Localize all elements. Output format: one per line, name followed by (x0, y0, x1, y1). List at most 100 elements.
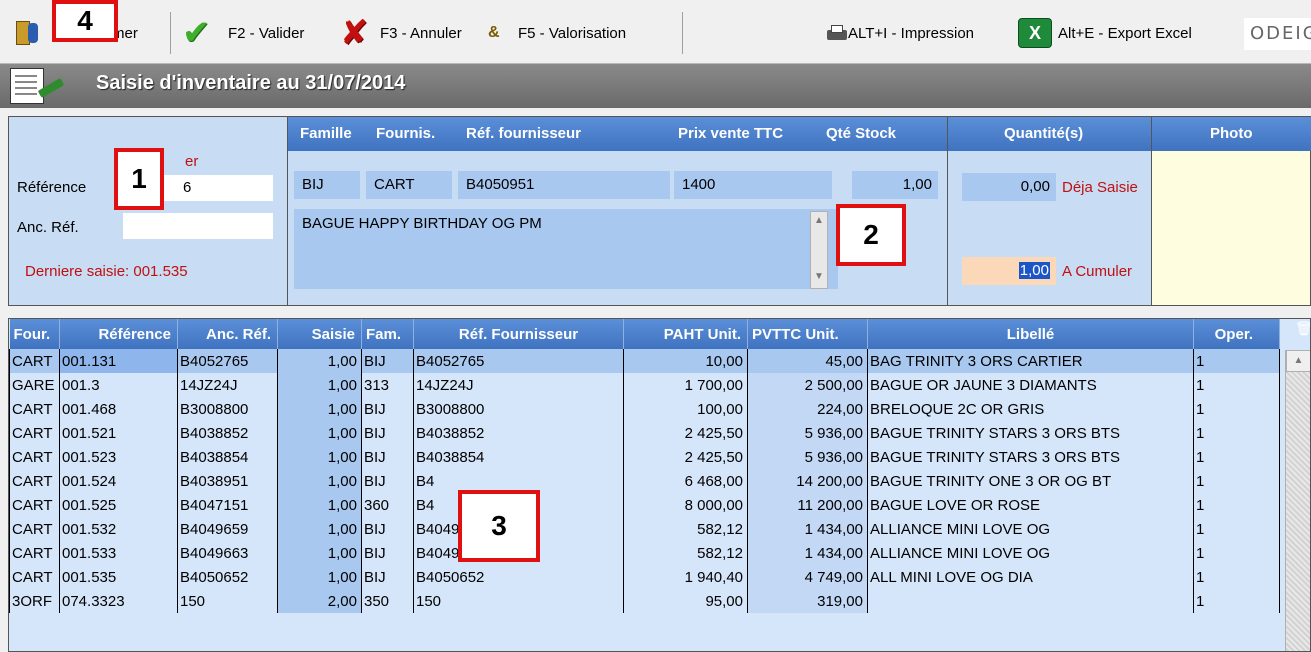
cell-saisie[interactable]: 1,00 (277, 493, 362, 517)
table-row[interactable]: CART 001.533 B4049663 1,00 BIJ B4049663 582,12… (9, 541, 1280, 565)
table-row[interactable]: CART 001.524 B4038951 1,00 BIJ B4 6 468,00 14 2… (9, 469, 1280, 493)
cell-pvttc[interactable]: 45,00 (747, 349, 868, 373)
scroll-up-icon[interactable]: ▲ (811, 212, 827, 230)
cell-fam[interactable]: 360 (361, 493, 414, 517)
cell-four[interactable]: CART (9, 445, 60, 469)
cell-anc-ref[interactable]: B4038854 (177, 445, 278, 469)
cell-fam[interactable]: BIJ (361, 445, 414, 469)
cell-reference[interactable]: 001.468 (59, 397, 178, 421)
cell-oper[interactable]: 1 (1193, 493, 1280, 517)
cell-libelle[interactable] (867, 589, 1194, 613)
scroll-down-icon[interactable]: ▼ (811, 268, 827, 286)
cell-pvttc[interactable]: 5 936,00 (747, 421, 868, 445)
cell-four[interactable]: CART (9, 421, 60, 445)
cell-oper[interactable]: 1 (1193, 421, 1280, 445)
cell-oper[interactable]: 1 (1193, 349, 1280, 373)
cell-anc-ref[interactable]: B4038852 (177, 421, 278, 445)
cell-libelle[interactable]: BAGUE TRINITY STARS 3 ORS BTS (867, 445, 1194, 469)
cell-fam[interactable]: BIJ (361, 541, 414, 565)
table-row[interactable]: CART 001.532 B4049659 1,00 BIJ B4049659 582,12… (9, 517, 1280, 541)
cell-saisie[interactable]: 1,00 (277, 349, 362, 373)
cell-pvttc[interactable]: 11 200,00 (747, 493, 868, 517)
cell-libelle[interactable]: BAGUE TRINITY STARS 3 ORS BTS (867, 421, 1194, 445)
cell-pvttc[interactable]: 224,00 (747, 397, 868, 421)
cell-four[interactable]: CART (9, 493, 60, 517)
cell-ref-fournisseur[interactable]: 14JZ24J (413, 373, 624, 397)
cell-saisie[interactable]: 2,00 (277, 589, 362, 613)
cell-anc-ref[interactable]: B4052765 (177, 349, 278, 373)
cell-four[interactable]: CART (9, 541, 60, 565)
description-scrollbar[interactable]: ▲ ▼ (810, 211, 828, 289)
cell-oper[interactable]: 1 (1193, 469, 1280, 493)
cell-oper[interactable]: 1 (1193, 373, 1280, 397)
column-header-ref-fournisseur[interactable]: Réf. Fournisseur (413, 319, 624, 349)
print-button[interactable]: ALT+I - Impression (826, 16, 974, 50)
cell-paht[interactable]: 1 700,00 (623, 373, 748, 397)
cell-reference[interactable]: 001.3 (59, 373, 178, 397)
column-header-libelle[interactable]: Libellé (867, 319, 1194, 349)
cell-oper[interactable]: 1 (1193, 541, 1280, 565)
column-header-anc-ref[interactable]: Anc. Réf. (177, 319, 278, 349)
cell-reference[interactable]: 001.524 (59, 469, 178, 493)
cell-anc-ref[interactable]: B4047151 (177, 493, 278, 517)
qte-stock-field[interactable]: 1,00 (852, 171, 938, 199)
validate-button[interactable]: ✔ F2 - Valider (182, 16, 304, 50)
description-field[interactable]: BAGUE HAPPY BIRTHDAY OG PM (294, 209, 838, 289)
cell-four[interactable]: 3ORF (9, 589, 60, 613)
table-row[interactable]: CART 001.131 B4052765 1,00 BIJ B4052765 10,00 4… (9, 349, 1280, 373)
cell-fam[interactable]: BIJ (361, 349, 414, 373)
cell-paht[interactable]: 95,00 (623, 589, 748, 613)
cell-fam[interactable]: 313 (361, 373, 414, 397)
cell-paht[interactable]: 582,12 (623, 517, 748, 541)
cell-libelle[interactable]: BRELOQUE 2C OR GRIS (867, 397, 1194, 421)
cell-fam[interactable]: BIJ (361, 421, 414, 445)
column-header-reference[interactable]: Référence (59, 319, 178, 349)
cell-anc-ref[interactable]: 14JZ24J (177, 373, 278, 397)
cell-saisie[interactable]: 1,00 (277, 517, 362, 541)
cell-reference[interactable]: 001.533 (59, 541, 178, 565)
cell-paht[interactable]: 2 425,50 (623, 421, 748, 445)
cell-pvttc[interactable]: 1 434,00 (747, 517, 868, 541)
cell-four[interactable]: CART (9, 517, 60, 541)
famille-field[interactable]: BIJ (294, 171, 360, 199)
valuation-button[interactable]: & F5 - Valorisation (488, 16, 626, 50)
cell-reference[interactable]: 001.521 (59, 421, 178, 445)
table-row[interactable]: CART 001.535 B4050652 1,00 BIJ B4050652 1 940,… (9, 565, 1280, 589)
cell-four[interactable]: CART (9, 565, 60, 589)
cell-paht[interactable]: 6 468,00 (623, 469, 748, 493)
table-scrollbar[interactable]: ▲ (1285, 350, 1310, 651)
cell-ref-fournisseur[interactable]: 150 (413, 589, 624, 613)
table-row[interactable]: GARE 001.3 14JZ24J 1,00 313 14JZ24J 1 700,00 2 … (9, 373, 1280, 397)
ref-fournisseur-field[interactable]: B4050951 (458, 171, 670, 199)
cell-pvttc[interactable]: 14 200,00 (747, 469, 868, 493)
cell-pvttc[interactable]: 4 749,00 (747, 565, 868, 589)
delete-column-icon[interactable]: 🗑 (1295, 320, 1310, 337)
cell-ref-fournisseur[interactable]: B4038852 (413, 421, 624, 445)
cell-anc-ref[interactable]: B4038951 (177, 469, 278, 493)
cell-reference[interactable]: 001.535 (59, 565, 178, 589)
cancel-button[interactable]: ✘ F3 - Annuler (340, 16, 462, 50)
cell-pvttc[interactable]: 2 500,00 (747, 373, 868, 397)
cell-saisie[interactable]: 1,00 (277, 397, 362, 421)
cell-pvttc[interactable]: 1 434,00 (747, 541, 868, 565)
cell-libelle[interactable]: BAGUE LOVE OR ROSE (867, 493, 1194, 517)
cell-fam[interactable]: BIJ (361, 469, 414, 493)
cell-anc-ref[interactable]: B3008800 (177, 397, 278, 421)
cell-libelle[interactable]: BAGUE OR JAUNE 3 DIAMANTS (867, 373, 1194, 397)
cell-paht[interactable]: 1 940,40 (623, 565, 748, 589)
cell-saisie[interactable]: 1,00 (277, 469, 362, 493)
cell-fam[interactable]: 350 (361, 589, 414, 613)
cell-four[interactable]: CART (9, 349, 60, 373)
fournis-field[interactable]: CART (366, 171, 452, 199)
cell-paht[interactable]: 2 425,50 (623, 445, 748, 469)
cell-ref-fournisseur[interactable]: B4050652 (413, 565, 624, 589)
cell-oper[interactable]: 1 (1193, 397, 1280, 421)
cell-libelle[interactable]: BAG TRINITY 3 ORS CARTIER (867, 349, 1194, 373)
cell-reference[interactable]: 074.3323 (59, 589, 178, 613)
prix-vente-field[interactable]: 1400 (674, 171, 832, 199)
cell-saisie[interactable]: 1,00 (277, 445, 362, 469)
cell-four[interactable]: GARE (9, 373, 60, 397)
cell-oper[interactable]: 1 (1193, 445, 1280, 469)
column-header-four[interactable]: Four. (9, 319, 60, 349)
cell-anc-ref[interactable]: B4050652 (177, 565, 278, 589)
